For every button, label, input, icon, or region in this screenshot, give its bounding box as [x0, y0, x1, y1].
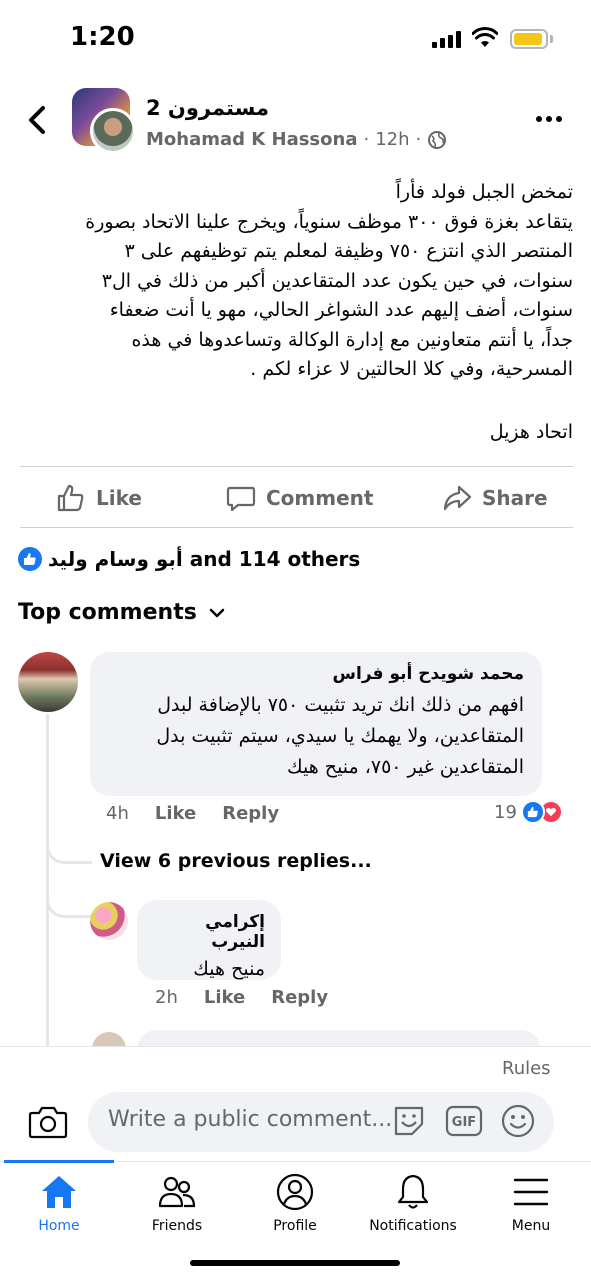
globe-icon [428, 130, 447, 149]
thread-connector [46, 878, 92, 918]
post-author[interactable]: Mohamad K Hassona [146, 129, 357, 150]
divider [20, 466, 573, 467]
chevron-left-icon [29, 106, 45, 134]
comment-text: افهم من ذلك انك تريد تثبيت ٧٥٠ بالإضافة … [108, 690, 524, 783]
post-time[interactable]: 12h [375, 129, 409, 150]
divider [20, 527, 573, 528]
tab-label: Menu [511, 1218, 551, 1234]
commenter-avatar[interactable] [18, 652, 78, 712]
status-time: 1:20 [70, 22, 135, 52]
meta-separator: · [415, 129, 422, 150]
replier-avatar[interactable] [90, 902, 128, 940]
tab-label: Notifications [369, 1218, 457, 1234]
top-comments-label: Top comments [18, 600, 197, 625]
like-label: Like [96, 486, 142, 510]
meta-separator: · [363, 129, 370, 150]
status-bar: 1:20 [0, 0, 591, 80]
wifi-icon [472, 27, 498, 47]
comment-button[interactable]: Comment [226, 480, 373, 516]
reply-reply-button[interactable]: Reply [271, 987, 328, 1008]
tab-label: Profile [273, 1218, 317, 1234]
friends-icon [157, 1172, 197, 1212]
comment-line: المتقاعدين، ولا يهمك يا سيدي، سيتم تثبيت… [156, 725, 524, 747]
view-previous-replies[interactable]: View 6 previous replies... [100, 850, 372, 872]
bell-icon [393, 1172, 433, 1212]
battery-icon [510, 29, 548, 49]
reply-like-button[interactable]: Like [204, 987, 245, 1008]
menu-icon [511, 1172, 551, 1212]
author-avatar[interactable] [90, 108, 136, 154]
tab-home[interactable]: Home [0, 1172, 118, 1234]
comment-reply-button[interactable]: Reply [222, 803, 279, 824]
camera-button[interactable] [28, 1104, 68, 1140]
post-line: تمخض الجبل فولد فأراً [395, 181, 573, 203]
tab-label: Friends [151, 1218, 203, 1234]
post-text: تمخض الجبل فولد فأراً يتقاعد بغزة فوق ٣٠… [20, 178, 573, 385]
tab-menu[interactable]: Menu [472, 1172, 590, 1234]
gif-button[interactable]: GIF [445, 1102, 483, 1140]
reaction-count: 19 [494, 801, 517, 823]
chevron-down-icon [209, 608, 225, 617]
commenter-name[interactable]: محمد شويدح أبو فراس [108, 664, 524, 684]
comment-line: افهم من ذلك انك تريد تثبيت ٧٥٠ بالإضافة … [157, 694, 524, 716]
gif-icon: GIF [445, 1105, 483, 1137]
comment-icon [226, 486, 256, 512]
thread-connector [46, 824, 92, 864]
post-line: سنوات، في حين يكون عدد المتقاعدين أكبر م… [101, 269, 573, 292]
home-indicator [190, 1260, 400, 1266]
replier-name[interactable]: إكرامي النيرب [153, 912, 265, 952]
reactions-text: أبو وسام وليد and 114 others [48, 547, 361, 571]
svg-text:GIF: GIF [452, 1115, 476, 1130]
tab-friends[interactable]: Friends [118, 1172, 236, 1234]
home-icon [39, 1172, 79, 1212]
comment-like-button[interactable]: Like [155, 803, 196, 824]
comment-line: المتقاعدين غير ٧٥٠، منيح هيك [287, 756, 524, 778]
comment-reactions[interactable]: 19 [494, 800, 563, 824]
avatar-sticker-button[interactable] [390, 1102, 428, 1140]
rules-link[interactable]: Rules [502, 1058, 551, 1079]
more-options-button[interactable] [536, 108, 572, 130]
reply-actions: 2h Like Reply [155, 987, 328, 1008]
tab-profile[interactable]: Profile [236, 1172, 354, 1234]
post-line: جداً، يا أنتم متعاونين مع إدارة الوكالة … [131, 328, 573, 351]
signal-icon [432, 31, 462, 48]
post-line: يتقاعد بغزة فوق ٣٠٠ موظف سنوياً، ويخرج ع… [85, 210, 573, 233]
post-line: سنوات، أضف إليهم عدد الشواغر الحالي، مهو… [109, 299, 573, 321]
tab-label: Home [38, 1218, 80, 1234]
comment-time: 4h [106, 803, 129, 824]
group-name[interactable]: مستمرون 2 [146, 96, 269, 120]
reply-bubble: إكرامي النيرب منيح هيك [137, 900, 281, 980]
top-comments-filter[interactable]: Top comments [18, 600, 225, 625]
back-button[interactable] [20, 100, 54, 140]
comment-placeholder: Write a public comment... [108, 1107, 393, 1132]
tab-notifications[interactable]: Notifications [354, 1172, 472, 1234]
sticker-icon [394, 1106, 424, 1136]
comment-actions: 4h Like Reply [106, 803, 279, 824]
active-tab-indicator [4, 1160, 114, 1163]
like-button[interactable]: Like [56, 480, 142, 516]
share-button[interactable]: Share [442, 480, 548, 516]
like-reaction-icon [18, 547, 42, 571]
emoji-icon [501, 1104, 535, 1138]
post-meta: Mohamad K Hassona · 12h · [146, 129, 447, 150]
comment-bubble: محمد شويدح أبو فراس افهم من ذلك انك تريد… [90, 652, 542, 796]
share-icon [443, 485, 472, 511]
like-reaction-icon [520, 800, 545, 824]
post-signature: اتحاد هزيل [489, 421, 573, 443]
camera-icon [28, 1106, 68, 1139]
comment-label: Comment [266, 486, 374, 510]
reactions-summary[interactable]: أبو وسام وليد and 114 others [18, 544, 360, 574]
post-line: المنتصر الذي انتزع ٧٥٠ وظيفة لمعلم يتم ت… [124, 240, 573, 262]
share-label: Share [482, 486, 548, 510]
post-line: المسرحية، وفي كلا الحالتين لا عزاء لكم . [250, 358, 573, 380]
reply-time: 2h [155, 987, 178, 1008]
emoji-button[interactable] [499, 1102, 537, 1140]
thumbs-up-icon [57, 484, 84, 512]
profile-icon [275, 1172, 315, 1212]
reply-text: منيح هيك [193, 958, 265, 980]
